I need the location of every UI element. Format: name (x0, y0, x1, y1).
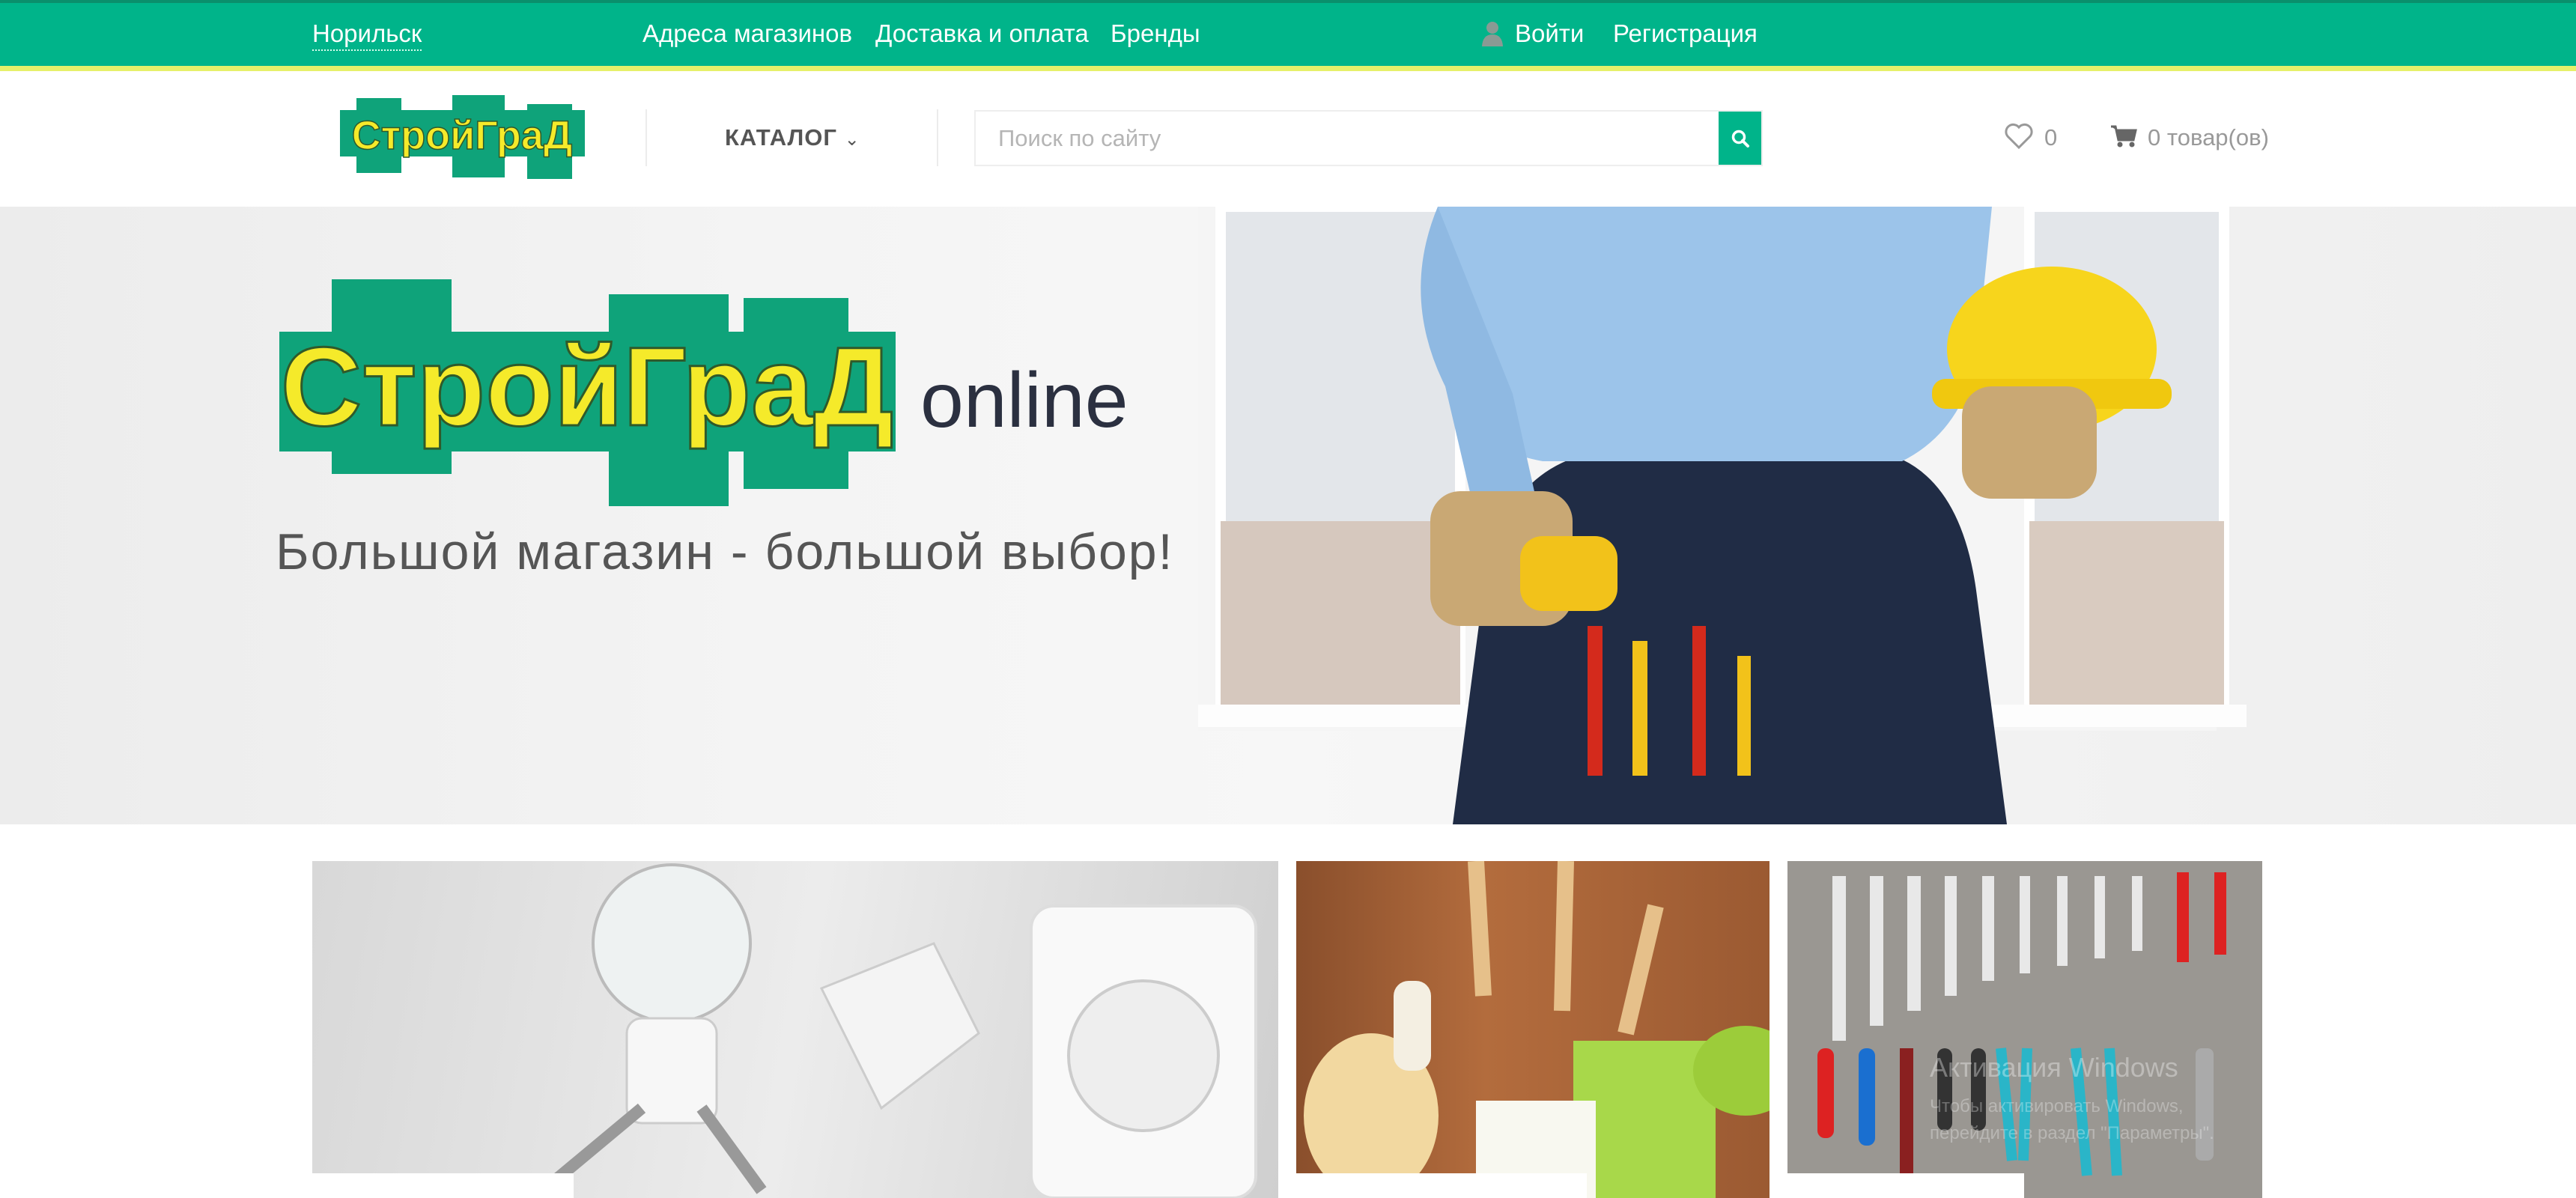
search-icon (1731, 130, 1749, 148)
top-bar: Норильск Адреса магазинов Доставка и опл… (0, 0, 2576, 66)
site-logo[interactable]: СтройГраД (340, 95, 585, 180)
search-form (974, 110, 1763, 166)
svg-text:СтройГраД: СтройГраД (281, 323, 893, 449)
tile-caption-box (1787, 1173, 2024, 1198)
tile-image-tools-wall (1817, 872, 2226, 1198)
search-button[interactable] (1719, 112, 1761, 165)
catalog-menu-button[interactable]: КАТАЛОГ ⌄ (725, 124, 860, 151)
hero-photo-worker (1198, 207, 2247, 824)
tile-image-kitchen-utensils (1304, 861, 1770, 1198)
chevron-down-icon: ⌄ (844, 130, 860, 150)
nav-link-brands[interactable]: Бренды (1111, 19, 1200, 48)
hero-tagline: Большой магазин - большой выбор! (276, 523, 1174, 580)
hero-logo: СтройГраД (279, 279, 896, 506)
svg-text:СтройГраД: СтройГраД (352, 113, 573, 158)
cart-icon[interactable] (2110, 124, 2137, 148)
wishlist-count[interactable]: 0 (2044, 124, 2057, 151)
divider (645, 109, 647, 166)
heart-icon[interactable] (2004, 123, 2034, 150)
nav-link-stores[interactable]: Адреса магазинов (643, 19, 852, 48)
search-input[interactable] (976, 112, 1710, 165)
nav-link-delivery[interactable]: Доставка и оплата (875, 19, 1089, 48)
accent-line (0, 66, 2576, 71)
windows-activation-watermark: Активация Windows (1930, 1052, 2178, 1083)
tile-caption-box (1296, 1173, 1587, 1198)
user-icon (1482, 22, 1503, 46)
cart-summary[interactable]: 0 товар(ов) (2148, 124, 2269, 151)
login-link[interactable]: Войти (1515, 19, 1584, 48)
tile-image-bulb-and-socket (547, 863, 1257, 1198)
catalog-label: КАТАЛОГ (725, 124, 837, 150)
divider (937, 109, 938, 166)
category-tile-electrics[interactable] (312, 861, 1278, 1198)
hero-logo-suffix: online (920, 357, 1128, 444)
windows-activation-hint: Чтобы активировать Windows, перейдите в … (1930, 1096, 2214, 1143)
city-selector[interactable]: Норильск (312, 19, 422, 51)
tile-caption-box (312, 1173, 574, 1198)
register-link[interactable]: Регистрация (1613, 19, 1758, 48)
category-tile-tools[interactable]: Активация Windows Чтобы активировать Win… (1787, 861, 2262, 1198)
category-tile-kitchenware[interactable] (1296, 861, 1770, 1198)
hero-banner[interactable]: СтройГраД online Большой магазин - больш… (0, 207, 2576, 824)
